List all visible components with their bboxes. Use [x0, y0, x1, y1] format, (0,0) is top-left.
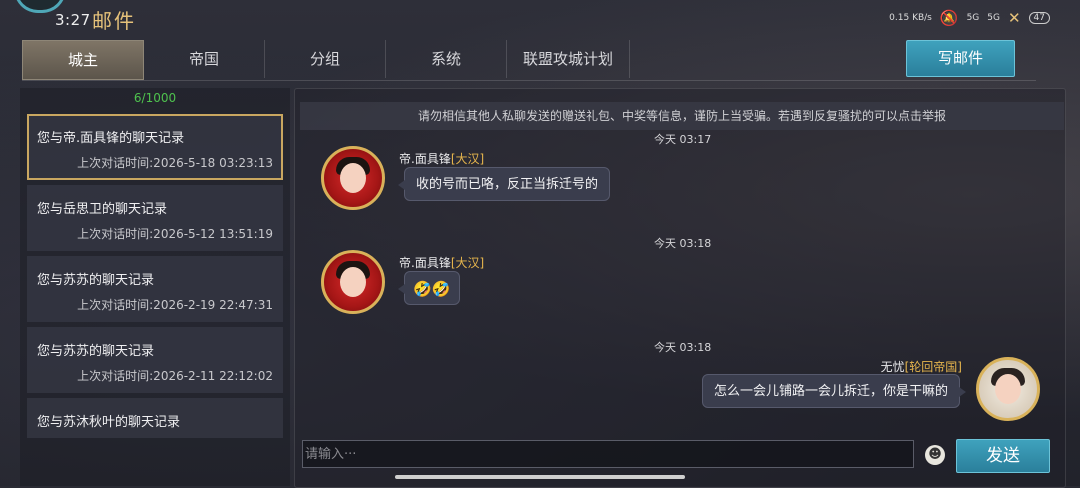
tab-alliance-siege-plan[interactable]: 联盟攻城计划 — [507, 40, 630, 78]
sender-name: 帝.面具锋[大汉] — [399, 150, 484, 167]
sender-faction: [大汉] — [450, 152, 485, 166]
conversation-title: 您与苏苏的聊天记录 — [37, 273, 155, 288]
mail-counter: 6/1000 — [133, 91, 177, 105]
clock: 3:27 — [55, 11, 91, 29]
avatar-face — [340, 163, 366, 193]
status-bar: 3:27 邮件 0.15 KB/s 🔕 5G 5G ✕ 47 — [0, 0, 1080, 38]
page-title: 邮件 — [92, 9, 136, 33]
tab-city-lord[interactable]: 城主 — [22, 40, 144, 80]
mute-icon: 🔕 — [939, 9, 959, 27]
message-bubble: 收的号而已咯，反正当拆迁号的 — [397, 167, 611, 201]
battery-icon: 47 — [1028, 12, 1050, 24]
avatar[interactable] — [321, 146, 385, 210]
conversation-title: 您与苏沐秋叶的聊天记录 — [37, 415, 181, 430]
conversation-item[interactable]: 您与苏苏的聊天记录 上次对话时间:2026-2-19 22:47:31 — [27, 256, 283, 322]
sender-faction: [轮回帝国] — [904, 360, 962, 374]
sticker-emoji-icon: 🤣🤣 — [413, 280, 451, 298]
conversation-time: 上次对话时间:2026-2-11 22:12:02 — [77, 369, 273, 383]
signal-5g-2: 5G — [987, 13, 1000, 23]
safety-notice[interactable]: 请勿相信其他人私聊发送的赠送礼包、中奖等信息，谨防上当受骗。若遇到反复骚扰的可以… — [300, 102, 1064, 130]
message-timestamp: 今天 03:18 — [654, 341, 712, 354]
tab-bar: 城主 帝国 分组 系统 联盟攻城计划 — [22, 40, 630, 80]
conversation-list[interactable]: 您与帝.面具锋的聊天记录 上次对话时间:2026-5-18 03:23:13 您… — [27, 114, 283, 443]
conversation-time: 上次对话时间:2026-5-12 13:51:19 — [77, 227, 273, 241]
compose-mail-button[interactable]: 写邮件 — [906, 40, 1015, 77]
emoji-icon[interactable]: ☻ — [925, 445, 945, 465]
home-indicator[interactable] — [395, 475, 685, 479]
conversation-item[interactable]: 您与苏苏的聊天记录 上次对话时间:2026-2-11 22:12:02 — [27, 327, 283, 393]
tab-empire[interactable]: 帝国 — [144, 40, 265, 78]
conversation-title: 您与岳思卫的聊天记录 — [37, 202, 168, 217]
message-timestamp: 今天 03:18 — [654, 237, 712, 250]
conversation-panel: 6/1000 您与帝.面具锋的聊天记录 上次对话时间:2026-5-18 03:… — [20, 88, 290, 486]
sender-nickname: 帝.面具锋 — [399, 152, 451, 166]
conversation-item[interactable]: 您与帝.面具锋的聊天记录 上次对话时间:2026-5-18 03:23:13 — [27, 114, 283, 180]
conversation-time: 上次对话时间:2026-2-19 22:47:31 — [77, 298, 273, 312]
tab-divider — [22, 80, 1036, 81]
signal-5g-1: 5G — [966, 13, 980, 23]
system-icons: 0.15 KB/s 🔕 5G 5G ✕ 47 — [889, 9, 1050, 27]
self-avatar[interactable] — [976, 357, 1040, 421]
tab-group[interactable]: 分组 — [265, 40, 386, 78]
conversation-time: 上次对话时间:2026-5-18 03:23:13 — [77, 156, 273, 170]
sender-name: 帝.面具锋[大汉] — [399, 254, 484, 271]
conversation-item[interactable]: 您与苏沐秋叶的聊天记录 — [27, 398, 283, 438]
avatar-face — [340, 267, 366, 297]
avatar[interactable] — [321, 250, 385, 314]
message-input[interactable] — [302, 440, 914, 468]
sender-nickname: 无忧 — [880, 360, 905, 374]
send-button[interactable]: 发送 — [956, 439, 1050, 473]
avatar-face — [995, 374, 1021, 404]
message-bubble: 怎么一会儿铺路一会儿拆迁，你是干嘛的 — [701, 374, 967, 408]
conversation-item[interactable]: 您与岳思卫的聊天记录 上次对话时间:2026-5-12 13:51:19 — [27, 185, 283, 251]
sender-nickname: 帝.面具锋 — [399, 256, 451, 270]
conversation-title: 您与苏苏的聊天记录 — [37, 344, 155, 359]
sender-name: 无忧[轮回帝国] — [881, 358, 962, 375]
game-x-icon: ✕ — [1007, 9, 1021, 27]
sender-faction: [大汉] — [450, 256, 485, 270]
message-bubble: 🤣🤣 — [398, 271, 460, 305]
conversation-title: 您与帝.面具锋的聊天记录 — [37, 131, 185, 146]
message-timestamp: 今天 03:17 — [654, 133, 712, 146]
tab-system[interactable]: 系统 — [386, 40, 507, 78]
net-speed: 0.15 KB/s — [889, 13, 932, 23]
